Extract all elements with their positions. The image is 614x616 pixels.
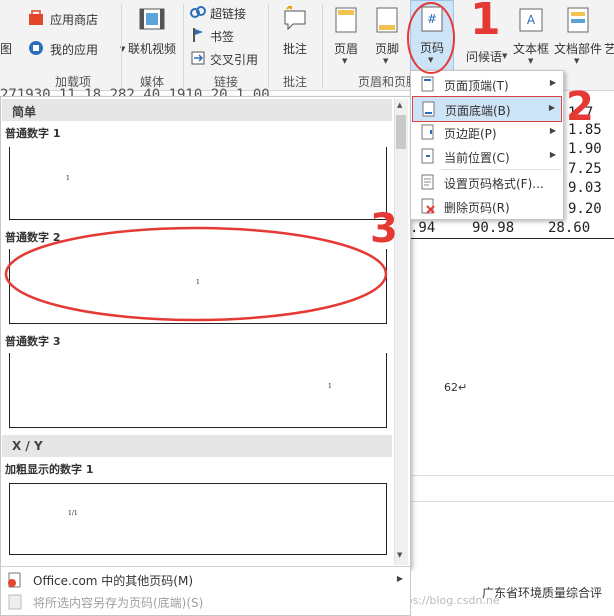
annotation-circle-page-number <box>407 2 455 74</box>
annotation-number-2: 2 <box>566 84 594 130</box>
annotation-layer <box>4 2 455 322</box>
annotation-number-3: 3 <box>370 206 398 252</box>
annotation-number-1: 1 <box>470 0 501 45</box>
annotation-ellipse-plain-number-2 <box>4 226 388 322</box>
